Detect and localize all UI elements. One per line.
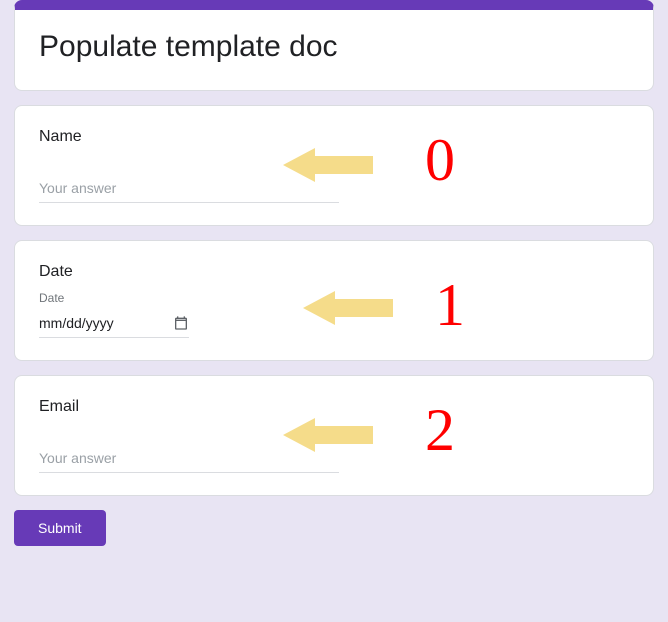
date-input[interactable]: mm/dd/yyyy <box>39 315 189 338</box>
question-card-email: Email 2 <box>14 375 654 496</box>
form-title: Populate template doc <box>39 30 629 64</box>
form-header-card: Populate template doc <box>14 0 654 91</box>
question-card-date: Date Date mm/dd/yyyy 1 <box>14 240 654 361</box>
annotation-arrow-1 <box>303 291 393 325</box>
question-label-name: Name <box>39 128 629 146</box>
submit-button[interactable]: Submit <box>14 510 106 546</box>
question-label-date: Date <box>39 263 629 281</box>
annotation-arrow-2 <box>283 418 373 452</box>
annotation-number-1: 1 <box>435 271 465 340</box>
annotation-arrow-0 <box>283 148 373 182</box>
question-label-email: Email <box>39 398 629 416</box>
annotation-number-0: 0 <box>425 126 455 195</box>
date-placeholder-text: mm/dd/yyyy <box>39 315 173 331</box>
question-card-name: Name 0 <box>14 105 654 226</box>
annotation-number-2: 2 <box>425 396 455 465</box>
calendar-icon <box>173 315 189 331</box>
form-container: Populate template doc Name 0 Date Date m… <box>14 0 654 546</box>
